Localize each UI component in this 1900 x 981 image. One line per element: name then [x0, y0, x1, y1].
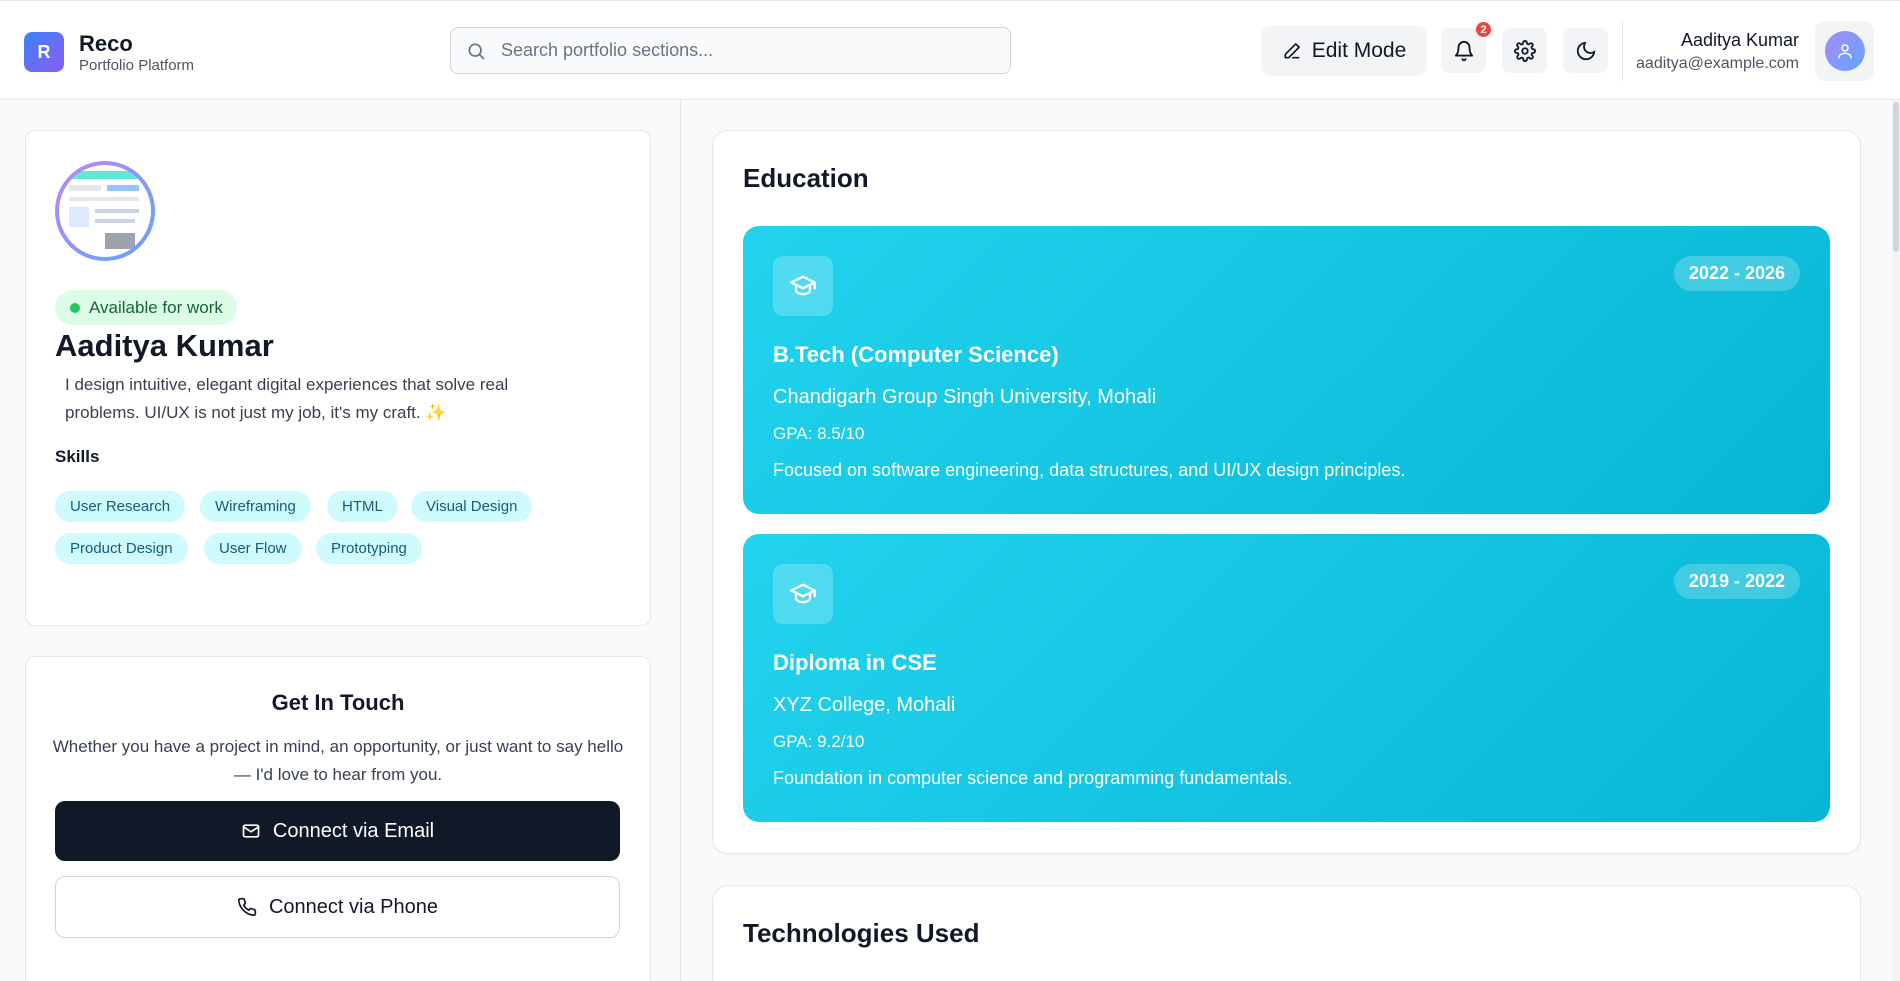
phone-icon	[237, 897, 257, 917]
profile-picture	[55, 161, 155, 261]
user-name: Aaditya Kumar	[1680, 30, 1799, 50]
mail-icon	[242, 824, 260, 838]
education-item: 2022 - 2026 B.Tech (Computer Science) Ch…	[743, 226, 1830, 514]
top-header: R Reco Portfolio Platform Edit Mode 2 Aa…	[0, 0, 1900, 100]
skill-tag: Product Design	[55, 533, 188, 564]
education-degree: B.Tech (Computer Science)	[773, 342, 1059, 367]
skill-tag: User Flow	[204, 533, 302, 564]
skill-tag: Wireframing	[200, 491, 311, 522]
pencil-icon	[1284, 43, 1300, 59]
graduation-cap-icon	[790, 583, 816, 604]
search-input[interactable]	[501, 28, 1001, 73]
settings-button[interactable]	[1502, 28, 1547, 73]
graduation-cap-icon	[790, 275, 816, 296]
education-gpa: GPA: 9.2/10	[773, 732, 865, 751]
bell-icon	[1454, 40, 1473, 61]
education-item: 2019 - 2022 Diploma in CSE XYZ College, …	[743, 534, 1830, 822]
education-icon-box	[773, 256, 833, 316]
brand-name: Reco	[79, 31, 133, 56]
connect-email-button[interactable]: Connect via Email	[55, 801, 620, 861]
connect-email-label: Connect via Email	[272, 819, 435, 842]
header-divider	[1622, 21, 1623, 81]
search-box[interactable]	[450, 27, 1011, 74]
edit-mode-label: Edit Mode	[1311, 39, 1407, 62]
gear-icon	[1513, 39, 1536, 62]
technologies-title: Technologies Used	[743, 918, 980, 948]
skill-tag: HTML	[327, 491, 398, 522]
contact-title: Get In Touch	[271, 690, 405, 715]
moon-icon	[1576, 41, 1595, 60]
profile-bio: I design intuitive, elegant digital expe…	[65, 375, 509, 422]
brand-logo-letter: R	[37, 41, 51, 62]
brand-logo[interactable]: R	[24, 32, 64, 72]
contact-description: Whether you have a project in mind, an o…	[52, 737, 624, 784]
education-icon-box	[773, 564, 833, 624]
status-dot	[70, 302, 80, 313]
user-icon	[1837, 44, 1852, 59]
education-gpa: GPA: 8.5/10	[773, 424, 865, 443]
edit-mode-button[interactable]: Edit Mode	[1261, 26, 1427, 76]
skills-heading: Skills	[55, 447, 100, 466]
profile-name: Aaditya Kumar	[55, 328, 274, 363]
user-email: aaditya@example.com	[1636, 55, 1799, 72]
education-degree: Diploma in CSE	[773, 650, 937, 675]
search-icon	[468, 43, 485, 60]
education-school: XYZ College, Mohali	[773, 694, 956, 716]
skill-tag: User Research	[55, 491, 186, 522]
skill-tag: Prototyping	[316, 533, 422, 564]
education-years: 2022 - 2026	[1673, 256, 1800, 291]
availability-label: Available for work	[89, 297, 223, 317]
avatar	[1824, 31, 1865, 71]
connect-phone-button[interactable]: Connect via Phone	[55, 876, 620, 938]
education-description: Focused on software engineering, data st…	[773, 460, 1406, 480]
education-description: Foundation in computer science and progr…	[773, 768, 1293, 788]
dark-mode-toggle[interactable]	[1563, 28, 1608, 73]
brand-subtitle: Portfolio Platform	[79, 57, 195, 74]
user-avatar-button[interactable]	[1815, 21, 1874, 81]
notification-badge: 2	[1476, 22, 1491, 37]
education-title: Education	[743, 163, 869, 193]
availability-badge: Available for work	[55, 290, 237, 325]
education-school: Chandigarh Group Singh University, Mohal…	[773, 386, 1157, 408]
connect-phone-label: Connect via Phone	[268, 895, 438, 918]
education-years: 2019 - 2022	[1673, 564, 1800, 599]
skill-tag: Visual Design	[411, 491, 533, 522]
scrollbar-thumb[interactable]	[1893, 102, 1899, 252]
